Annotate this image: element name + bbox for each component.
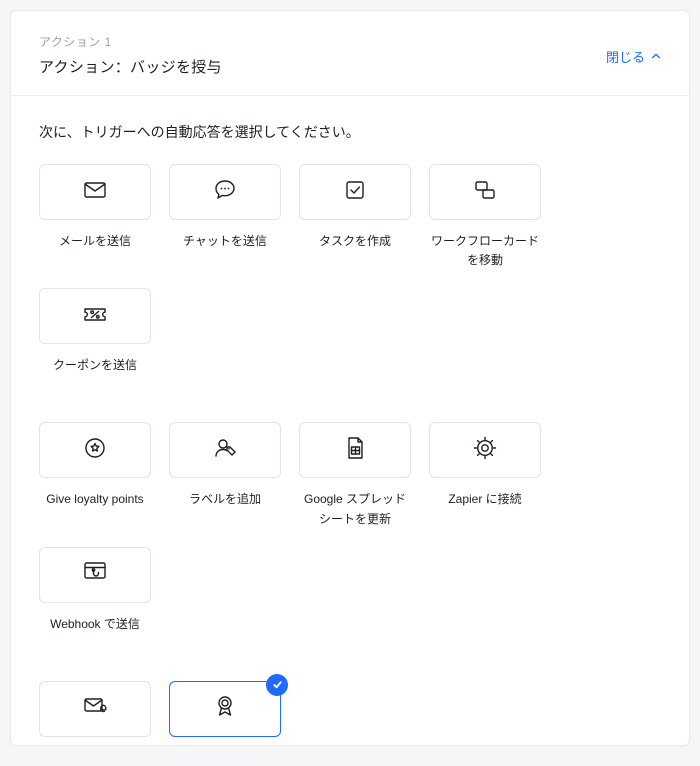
action-card-box-loyalty-points[interactable] [39, 422, 151, 478]
action-card-box-send-webhook[interactable] [39, 547, 151, 603]
action-card-label: メールを送信 [59, 232, 131, 252]
action-card-box-receive-email[interactable] [39, 681, 151, 737]
person-tag-icon [212, 435, 238, 466]
panel-title: アクション：バッジを授与 [39, 56, 222, 77]
close-button[interactable]: 閉じる [606, 33, 661, 66]
action-card-label: Give loyalty points [46, 490, 143, 510]
chevron-up-icon [651, 49, 661, 64]
action-card-box-send-chat[interactable] [169, 164, 281, 220]
prompt-text: 次に、トリガーへの自動応答を選択してください。 [39, 122, 661, 142]
action-card-box-move-workflow[interactable] [429, 164, 541, 220]
spreadsheet-icon [342, 435, 368, 466]
webhook-icon [82, 559, 108, 590]
gear-icon [472, 435, 498, 466]
action-card-label: Zapier に接続 [448, 490, 521, 510]
close-button-label: 閉じる [606, 47, 645, 66]
badge-ribbon-icon [212, 693, 238, 724]
action-card-receive-email: メールを受信 [39, 681, 151, 746]
action-card-give-badge: バッジを授与 [169, 681, 281, 746]
action-card-update-sheet: Google スプレッドシートを更新 [299, 422, 411, 528]
action-card-box-connect-zapier[interactable] [429, 422, 541, 478]
action-card-send-webhook: Webhook で送信 [39, 547, 151, 635]
action-card-box-send-email[interactable] [39, 164, 151, 220]
action-card-add-label: ラベルを追加 [169, 422, 281, 528]
action-card-grid: メールを送信 チャットを送信 タスクを作成 ワークフローカードを移動クーポンを送信 Gi… [39, 164, 661, 746]
action-card-create-task: タスクを作成 [299, 164, 411, 270]
action-card-box-give-badge[interactable] [169, 681, 281, 737]
action-card-label: クーポンを送信 [53, 356, 137, 376]
star-circle-icon [82, 435, 108, 466]
envelope-icon [82, 177, 108, 208]
coupon-icon [82, 301, 108, 332]
action-card-label: チャットを送信 [183, 232, 267, 252]
action-card-box-send-coupon[interactable] [39, 288, 151, 344]
action-card-send-chat: チャットを送信 [169, 164, 281, 270]
action-card-send-email: メールを送信 [39, 164, 151, 270]
workflow-cards-icon [472, 177, 498, 208]
action-card-box-update-sheet[interactable] [299, 422, 411, 478]
step-label: アクション 1 [39, 33, 222, 50]
action-card-box-create-task[interactable] [299, 164, 411, 220]
action-card-label: ワークフローカードを移動 [429, 232, 541, 270]
chat-bubble-icon [212, 177, 238, 208]
action-card-send-coupon: クーポンを送信 [39, 288, 151, 376]
action-card-label: タスクを作成 [319, 232, 391, 252]
action-card-loyalty-points: Give loyalty points [39, 422, 151, 528]
panel-body: 次に、トリガーへの自動応答を選択してください。 メールを送信 チャットを送信 タスク… [11, 96, 689, 746]
panel-header: アクション 1 アクション：バッジを授与 閉じる [11, 11, 689, 96]
selected-check-icon [266, 674, 288, 696]
action-card-label: ラベルを追加 [189, 490, 261, 510]
checkbox-icon [342, 177, 368, 208]
panel-header-left: アクション 1 アクション：バッジを授与 [39, 33, 222, 77]
action-card-box-add-label[interactable] [169, 422, 281, 478]
action-card-label: Webhook で送信 [50, 615, 140, 635]
action-config-panel: アクション 1 アクション：バッジを授与 閉じる 次に、トリガーへの自動応答を選… [10, 10, 690, 746]
action-card-label: Google スプレッドシートを更新 [299, 490, 411, 528]
action-card-move-workflow: ワークフローカードを移動 [429, 164, 541, 270]
envelope-bell-icon [82, 693, 108, 724]
action-card-connect-zapier: Zapier に接続 [429, 422, 541, 528]
